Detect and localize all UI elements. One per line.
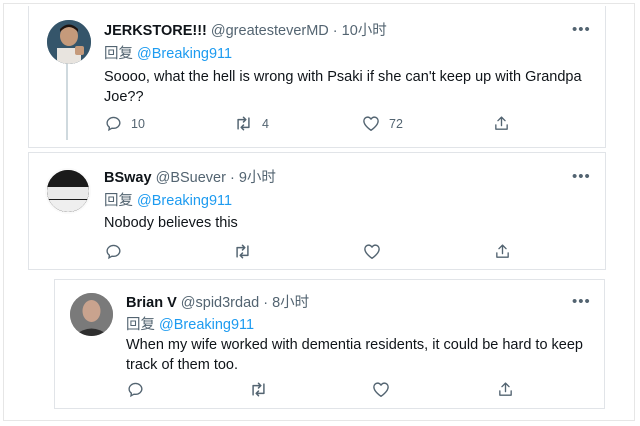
avatar[interactable]	[70, 293, 113, 336]
share-icon	[494, 243, 511, 260]
more-icon[interactable]: •••	[572, 22, 591, 37]
thread-connector-line	[66, 64, 68, 140]
like-button[interactable]: 72	[362, 115, 403, 132]
reply-prefix: 回复	[104, 46, 133, 62]
display-name[interactable]: JERKSTORE!!!	[104, 23, 207, 39]
handle[interactable]: @greatesteverMD	[211, 23, 329, 39]
tweet-text: When my wife worked with dementia reside…	[126, 335, 596, 375]
reply-context: 回复 @Breaking911	[126, 316, 254, 334]
like-icon	[362, 115, 380, 132]
tweet-header: JERKSTORE!!! @greatesteverMD · 10小时	[104, 22, 387, 40]
like-icon	[372, 381, 390, 398]
avatar[interactable]	[45, 168, 91, 214]
reply-icon	[105, 115, 122, 132]
tweet-text-line: When my wife worked with dementia reside…	[126, 337, 583, 353]
handle[interactable]: @spid3rdad	[181, 295, 259, 311]
tweet-header: BSway @BSuever · 9小时	[104, 169, 276, 187]
reply-count: 10	[131, 116, 145, 131]
reply-context: 回复 @Breaking911	[104, 45, 232, 63]
more-icon[interactable]: •••	[572, 294, 591, 309]
timestamp[interactable]: 10小时	[342, 23, 387, 39]
retweet-button[interactable]	[249, 381, 268, 398]
like-button[interactable]	[363, 243, 381, 260]
reply-button[interactable]: 10	[105, 115, 145, 132]
reply-prefix: 回复	[126, 317, 155, 333]
share-button[interactable]	[494, 243, 511, 260]
like-button[interactable]	[372, 381, 390, 398]
reply-button[interactable]	[127, 381, 144, 398]
reply-button[interactable]	[105, 243, 122, 260]
like-icon	[363, 243, 381, 260]
separator: ·	[229, 170, 235, 186]
avatar[interactable]	[47, 20, 91, 64]
share-button[interactable]	[497, 381, 514, 398]
retweet-icon	[233, 243, 252, 260]
retweet-count: 4	[262, 116, 269, 131]
retweet-button[interactable]: 4	[234, 115, 269, 132]
retweet-button[interactable]	[233, 243, 252, 260]
retweet-icon	[234, 115, 253, 132]
tweet-text-line: Soooo, what the hell is wrong with Psaki…	[104, 69, 582, 85]
display-name[interactable]: Brian V	[126, 295, 177, 311]
separator: ·	[332, 23, 338, 39]
mention-link[interactable]: @Breaking911	[159, 317, 254, 333]
handle[interactable]: @BSuever	[156, 170, 226, 186]
share-icon	[497, 381, 514, 398]
reply-icon	[127, 381, 144, 398]
reply-prefix: 回复	[104, 193, 133, 209]
like-count: 72	[389, 116, 403, 131]
more-icon[interactable]: •••	[572, 169, 591, 184]
tweet-text: Nobody believes this	[104, 213, 594, 233]
timestamp[interactable]: 9小时	[239, 170, 276, 186]
separator: ·	[263, 295, 269, 311]
reply-icon	[105, 243, 122, 260]
tweet-text: Soooo, what the hell is wrong with Psaki…	[104, 67, 594, 107]
retweet-icon	[249, 381, 268, 398]
share-icon	[493, 115, 510, 132]
timestamp[interactable]: 8小时	[272, 295, 309, 311]
reply-context: 回复 @Breaking911	[104, 192, 232, 210]
share-button[interactable]	[493, 115, 510, 132]
tweet-text-line: track of them too.	[126, 357, 239, 373]
mention-link[interactable]: @Breaking911	[137, 46, 232, 62]
mention-link[interactable]: @Breaking911	[137, 193, 232, 209]
display-name[interactable]: BSway	[104, 170, 152, 186]
tweet-text-line: Nobody believes this	[104, 215, 238, 231]
tweet-header: Brian V @spid3rdad · 8小时	[126, 294, 309, 312]
tweet-text-line: Joe??	[104, 89, 144, 105]
